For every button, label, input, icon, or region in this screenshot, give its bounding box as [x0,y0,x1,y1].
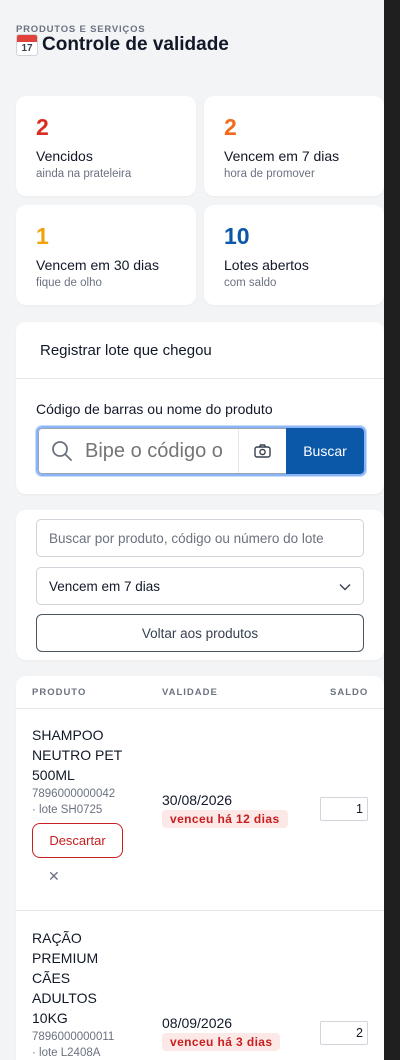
status-badge: venceu há 12 dias [162,810,288,828]
barcode-input-wrapper [38,428,286,474]
lot-search-input[interactable]: Buscar por produto, código ou número do … [36,519,364,557]
close-icon[interactable]: ✕ [48,868,60,885]
lots-table: PRODUTO VALIDADE SALDO SHAMPOO NEUTRO PE… [16,676,384,1060]
stat-subtitle: hora de promover [224,168,315,180]
expiry-date: 08/09/2026 [162,1015,233,1031]
product-meta: 7896000000042 · lote SH0725 [32,786,142,818]
stat-label: Vencem em 7 dias [224,148,340,164]
product-name: SHAMPOO NEUTRO PET 500ML [32,727,123,783]
stat-label: Vencem em 30 dias [36,257,159,273]
stat-value: 2 [224,114,237,140]
lot-number: · lote SH0725 [32,804,103,816]
stat-value: 2 [36,114,49,140]
camera-icon[interactable] [238,429,286,473]
product-meta: 7896000000011 · lote L2408A [32,1029,142,1060]
title-row: 17 Controle de validade [16,34,229,56]
stat-value: 10 [224,223,250,249]
row-divider [16,910,384,911]
stat-subtitle: fique de olho [36,277,102,289]
table-header: PRODUTO VALIDADE SALDO [16,676,384,709]
balance-input[interactable]: 2 [320,1021,368,1045]
search-button[interactable]: Buscar [286,428,364,474]
product-code: 7896000000011 [32,1031,115,1043]
stat-subtitle: com saldo [224,277,277,289]
stat-card-open-lots: 10 Lotes abertos com saldo [204,205,384,305]
lot-number: · lote L2408A [32,1047,101,1059]
register-lot-title: Registrar lote que chegou [16,322,384,379]
product-code: 7896000000042 [32,788,116,800]
window-edge [384,0,400,1060]
stat-card-expired: 2 Vencidos ainda na prateleira [16,96,196,196]
column-product: PRODUTO [32,687,87,698]
product-name: RAÇÃO PREMIUM CÃES ADULTOS 10KG [32,930,99,1026]
column-expiry: VALIDADE [162,687,218,698]
expiry-filter-select[interactable]: Vencem em 7 dias [36,567,364,605]
register-lot-card: Registrar lote que chegou Código de barr… [16,322,384,494]
status-badge: venceu há 3 dias [162,1033,281,1051]
search-icon [39,440,85,462]
barcode-search-group: Buscar [36,426,366,476]
stat-label: Vencidos [36,148,93,164]
balance-input[interactable]: 1 [320,797,368,821]
discard-button[interactable]: Descartar [32,823,123,858]
stat-card-30-days: 1 Vencem em 30 dias fique de olho [16,205,196,305]
stat-subtitle: ainda na prateleira [36,168,132,180]
stat-label: Lotes abertos [224,257,309,273]
barcode-field-label: Código de barras ou nome do produto [36,401,273,417]
back-to-products-button[interactable]: Voltar aos produtos [36,614,364,652]
expiry-filter-value: Vencem em 7 dias [49,578,161,594]
chevron-down-icon [339,579,351,594]
filters-card: Buscar por produto, código ou número do … [16,510,384,660]
page-title: Controle de validade [42,34,229,55]
column-balance: SALDO [330,687,369,698]
stat-value: 1 [36,223,49,249]
barcode-input[interactable] [85,439,238,463]
calendar-icon: 17 [16,34,38,56]
expiry-date: 30/08/2026 [162,792,233,808]
stat-card-7-days: 2 Vencem em 7 dias hora de promover [204,96,384,196]
